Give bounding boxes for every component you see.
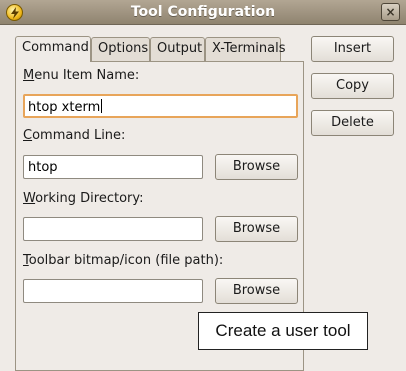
menu-item-name-input[interactable]: htop xterm	[23, 94, 298, 118]
tab-command[interactable]: Command	[15, 36, 91, 62]
delete-button[interactable]: Delete	[311, 110, 394, 136]
toolbar-icon-label: Toolbar bitmap/icon (file path):	[23, 253, 224, 268]
menu-item-name-label: Menu Item Name:	[23, 68, 140, 83]
tooltip: Create a user tool	[198, 312, 368, 350]
tab-label: X-Terminals	[212, 41, 286, 56]
working-directory-browse-button[interactable]: Browse	[215, 216, 298, 242]
insert-button[interactable]: Insert	[311, 36, 394, 62]
working-directory-label: Working Directory:	[23, 191, 144, 206]
tab-label: Output	[157, 41, 203, 56]
title-bar[interactable]: Tool Configuration ×	[0, 0, 406, 25]
close-button[interactable]: ×	[381, 3, 400, 21]
window-title: Tool Configuration	[130, 4, 276, 20]
toolbar-icon-input[interactable]	[23, 279, 203, 303]
toolbar-icon-browse-button[interactable]: Browse	[215, 278, 298, 304]
copy-button[interactable]: Copy	[311, 73, 394, 99]
close-icon: ×	[385, 5, 396, 19]
working-directory-input[interactable]	[23, 217, 203, 241]
tab-options[interactable]: Options	[91, 37, 150, 61]
command-line-input[interactable]: htop	[23, 155, 203, 179]
tab-label: Options	[98, 41, 149, 56]
tab-label: Command	[22, 40, 89, 55]
command-line-browse-button[interactable]: Browse	[215, 154, 298, 180]
tab-x-terminals[interactable]: X-Terminals	[205, 37, 285, 61]
tab-output[interactable]: Output	[150, 37, 205, 61]
command-line-label: Command Line:	[23, 128, 126, 143]
text-caret	[101, 99, 103, 113]
